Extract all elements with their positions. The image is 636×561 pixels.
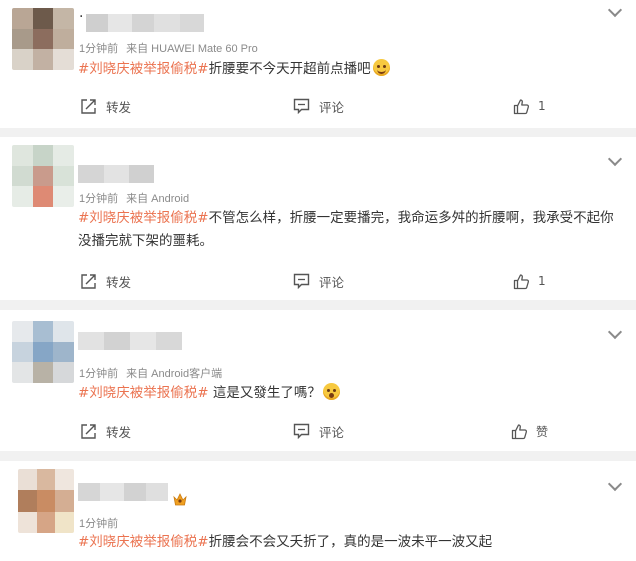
source: 来自 Android (126, 193, 190, 205)
username-blur (86, 14, 204, 32)
comment-label: 评论 (319, 274, 345, 290)
username-blur (78, 332, 182, 350)
thumbs-up-icon (513, 273, 530, 289)
timestamp: 1分钟前 (79, 368, 119, 380)
share-icon (81, 98, 96, 114)
chevron-down-icon[interactable] (607, 324, 623, 340)
comment-body: 折腰会不会又夭折了，真的是一波未平一波又起 (208, 534, 493, 550)
source: 来自 Android客户端 (126, 368, 223, 380)
like-button[interactable]: 1 (513, 270, 546, 292)
share-icon (81, 273, 96, 289)
comment-button[interactable]: 评论 (293, 420, 344, 442)
comment-meta: 1分钟前 来自 HUAWEI Mate 60 Pro (79, 40, 258, 56)
thumbs-up-icon (513, 98, 530, 114)
username-blur (78, 165, 154, 183)
share-label: 转发 (106, 99, 132, 115)
chevron-down-icon[interactable] (607, 476, 623, 492)
like-count: 1 (538, 99, 546, 113)
comment-card: · 1分钟前 来自 HUAWEI Mate 60 Pro #刘晓庆被举报偷税#折腰… (0, 0, 636, 128)
avatar[interactable] (12, 8, 74, 70)
comment-card: 1分钟前 #刘晓庆被举报偷税#折腰会不会又夭折了，真的是一波未平一波又起 (0, 461, 636, 561)
like-button[interactable]: 赞 (511, 420, 548, 442)
hashtag-link[interactable]: #刘晓庆被举报偷税# (78, 61, 209, 77)
comment-icon (293, 273, 310, 289)
like-count: 1 (538, 274, 546, 288)
comment-button[interactable]: 评论 (293, 95, 344, 117)
hashtag-link[interactable]: #刘晓庆被举报偷税# (78, 210, 209, 226)
like-label: 赞 (536, 424, 549, 439)
username-blur (78, 483, 168, 501)
chevron-down-icon[interactable] (607, 2, 623, 18)
user-badge-icon (172, 491, 188, 506)
comment-body: 折腰要不今天开超前点播吧 (208, 61, 371, 77)
timestamp: 1分钟前 (79, 193, 119, 205)
hashtag-link[interactable]: #刘晓庆被举报偷税# (78, 385, 209, 401)
chevron-down-icon[interactable] (607, 151, 623, 167)
like-button[interactable]: 1 (513, 95, 546, 117)
hashtag-link[interactable]: #刘晓庆被举报偷税# (78, 534, 209, 550)
comment-meta: 1分钟前 (79, 515, 118, 531)
comment-button[interactable]: 评论 (293, 270, 344, 292)
comment-text: #刘晓庆被举报偷税#不管怎么样，折腰一定要播完，我命运多舛的折腰啊，我承受不起你… (78, 207, 622, 253)
timestamp: 1分钟前 (79, 43, 119, 55)
timestamp: 1分钟前 (79, 518, 119, 530)
share-icon (81, 423, 96, 439)
comment-meta: 1分钟前 来自 Android (79, 190, 189, 206)
comment-body: 這是又發生了嗎？ (208, 385, 321, 401)
surprise-emoji-icon (322, 383, 340, 400)
thumbs-up-icon (511, 423, 528, 439)
share-label: 转发 (106, 424, 132, 440)
comment-meta: 1分钟前 来自 Android客户端 (79, 365, 222, 381)
avatar[interactable] (18, 469, 74, 533)
username[interactable]: · (79, 9, 83, 25)
share-button[interactable]: 转发 (80, 95, 131, 117)
share-button[interactable]: 转发 (80, 270, 131, 292)
action-bar: 转发 评论 1 (0, 95, 636, 117)
action-bar: 转发 评论 赞 (0, 420, 636, 442)
comment-icon (293, 423, 310, 439)
avatar[interactable] (12, 321, 74, 383)
comment-label: 评论 (319, 424, 345, 440)
comment-card: 1分钟前 来自 Android #刘晓庆被举报偷税#不管怎么样，折腰一定要播完，我… (0, 137, 636, 300)
comment-card: 1分钟前 来自 Android客户端 #刘晓庆被举报偷税# 這是又發生了嗎？ 转发… (0, 310, 636, 451)
share-button[interactable]: 转发 (80, 420, 131, 442)
comment-text: #刘晓庆被举报偷税#折腰会不会又夭折了，真的是一波未平一波又起 (78, 531, 622, 554)
action-bar: 转发 评论 1 (0, 270, 636, 292)
smile-emoji-icon (372, 59, 390, 76)
avatar[interactable] (12, 145, 74, 207)
comment-text: #刘晓庆被举报偷税#折腰要不今天开超前点播吧 (78, 58, 622, 81)
comment-icon (293, 98, 310, 114)
source: 来自 HUAWEI Mate 60 Pro (126, 43, 258, 55)
share-label: 转发 (106, 274, 132, 290)
comment-text: #刘晓庆被举报偷税# 這是又發生了嗎？ (78, 382, 622, 405)
comment-label: 评论 (319, 99, 345, 115)
